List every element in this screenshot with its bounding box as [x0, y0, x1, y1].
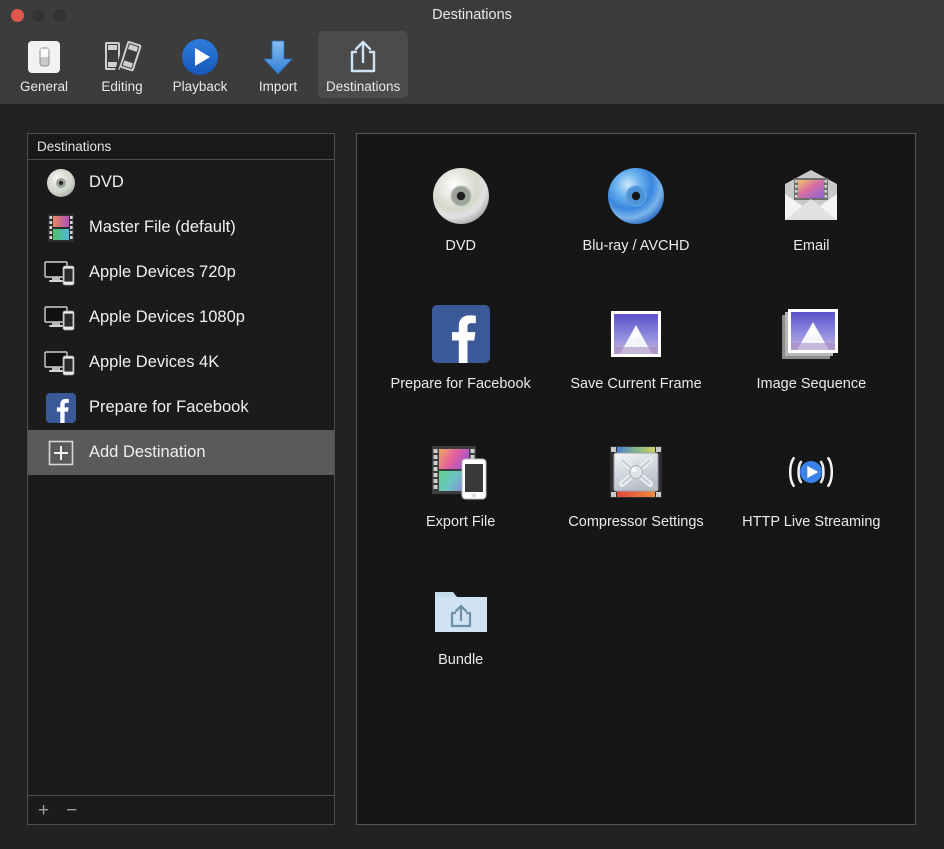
compressor-icon	[604, 440, 668, 504]
destination-gallery-panel: DVD	[356, 133, 916, 825]
facebook-icon	[44, 391, 78, 425]
sidebar-footer: + −	[28, 795, 334, 824]
tab-import-label: Import	[259, 79, 297, 94]
export-file-icon	[429, 440, 493, 504]
destination-save-current-frame[interactable]: Save Current Frame	[548, 296, 723, 422]
folder-share-icon	[429, 578, 493, 642]
destination-label: Blu-ray / AVCHD	[583, 237, 690, 256]
sidebar-item-label: Apple Devices 720p	[89, 263, 236, 282]
destination-label: Bundle	[438, 651, 483, 670]
facebook-icon	[429, 302, 493, 366]
destination-grid: DVD	[357, 134, 915, 698]
sidebar-item-label: Master File (default)	[89, 218, 236, 237]
tab-playback-label: Playback	[173, 79, 228, 94]
title-bar: Destinations	[0, 0, 944, 31]
broadcast-play-icon	[779, 440, 843, 504]
tab-general[interactable]: General	[6, 31, 82, 98]
photo-icon	[604, 302, 668, 366]
plus-square-icon	[44, 436, 78, 470]
dvd-disc-icon	[44, 166, 78, 200]
sidebar-header: Destinations	[28, 134, 334, 160]
tab-playback[interactable]: Playback	[162, 31, 238, 98]
sidebar-item-label: DVD	[89, 173, 124, 192]
sidebar-item-label: Apple Devices 1080p	[89, 308, 245, 327]
tab-import[interactable]: Import	[240, 31, 316, 98]
sidebar-item-dvd[interactable]: DVD	[28, 160, 334, 205]
photo-stack-icon	[779, 302, 843, 366]
devices-icon	[44, 346, 78, 380]
sidebar-item-label: Add Destination	[89, 443, 206, 462]
destination-label: Email	[793, 237, 829, 256]
envelope-icon	[779, 164, 843, 228]
destination-bluray-avchd[interactable]: Blu-ray / AVCHD	[548, 158, 723, 284]
destination-image-sequence[interactable]: Image Sequence	[724, 296, 899, 422]
film-strip-icon	[44, 211, 78, 245]
destination-bundle[interactable]: Bundle	[373, 572, 548, 698]
destination-label: Save Current Frame	[570, 375, 701, 394]
sidebar-item-apple-devices-4k[interactable]: Apple Devices 4K	[28, 340, 334, 385]
film-strips-icon	[102, 36, 142, 78]
tab-destinations[interactable]: Destinations	[318, 31, 408, 98]
destination-dvd[interactable]: DVD	[373, 158, 548, 284]
content-area: Destinations	[0, 104, 944, 849]
dvd-disc-icon	[429, 164, 493, 228]
devices-icon	[44, 256, 78, 290]
remove-destination-button[interactable]: −	[66, 801, 77, 820]
destination-label: Prepare for Facebook	[391, 375, 531, 394]
toggle-switch-icon	[25, 36, 63, 78]
bluray-disc-icon	[604, 164, 668, 228]
destination-compressor-settings[interactable]: Compressor Settings	[548, 434, 723, 560]
destination-label: Image Sequence	[757, 375, 867, 394]
tab-general-label: General	[20, 79, 68, 94]
destination-export-file[interactable]: Export File	[373, 434, 548, 560]
play-circle-icon	[180, 36, 220, 78]
tab-editing-label: Editing	[101, 79, 142, 94]
destination-prepare-for-facebook[interactable]: Prepare for Facebook	[373, 296, 548, 422]
share-icon	[344, 36, 382, 78]
add-destination-button[interactable]: +	[38, 801, 49, 820]
preferences-window: Destinations General	[0, 0, 944, 849]
destination-label: HTTP Live Streaming	[742, 513, 880, 532]
sidebar-item-add-destination[interactable]: Add Destination	[28, 430, 334, 475]
sidebar-item-apple-devices-1080p[interactable]: Apple Devices 1080p	[28, 295, 334, 340]
sidebar-item-prepare-for-facebook[interactable]: Prepare for Facebook	[28, 385, 334, 430]
destination-http-live-streaming[interactable]: HTTP Live Streaming	[724, 434, 899, 560]
sidebar-item-label: Prepare for Facebook	[89, 398, 249, 417]
sidebar-item-master-file[interactable]: Master File (default)	[28, 205, 334, 250]
destination-label: DVD	[445, 237, 476, 256]
sidebar-list: DVD	[28, 160, 334, 795]
tab-editing[interactable]: Editing	[84, 31, 160, 98]
destinations-sidebar: Destinations	[27, 133, 335, 825]
preferences-toolbar: General	[0, 31, 944, 104]
tab-destinations-label: Destinations	[326, 79, 400, 94]
devices-icon	[44, 301, 78, 335]
sidebar-item-apple-devices-720p[interactable]: Apple Devices 720p	[28, 250, 334, 295]
sidebar-item-label: Apple Devices 4K	[89, 353, 219, 372]
destination-email[interactable]: Email	[724, 158, 899, 284]
destination-label: Compressor Settings	[568, 513, 703, 532]
window-title: Destinations	[0, 0, 944, 31]
destination-label: Export File	[426, 513, 495, 532]
down-arrow-icon	[258, 36, 298, 78]
